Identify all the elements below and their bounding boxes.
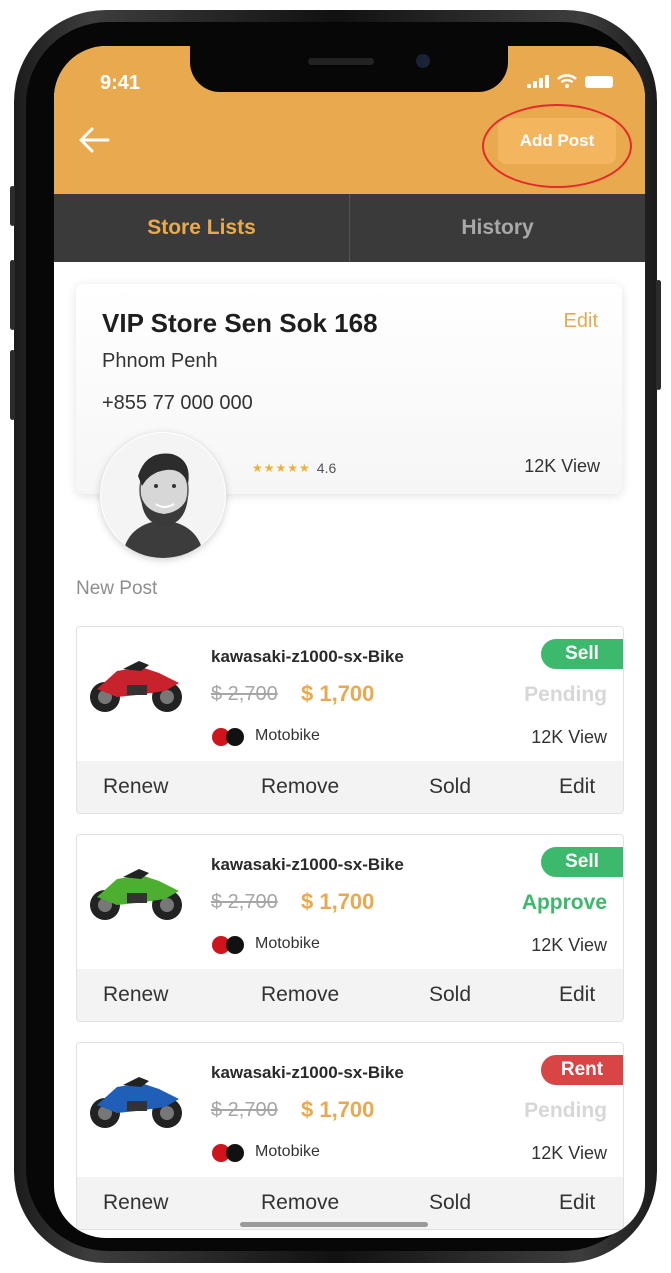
side-button [10,350,15,420]
post-new-price: $ 1,700 [301,1097,375,1122]
status-icons [527,74,613,88]
post-actions: Renew Remove Sold Edit [77,969,623,1021]
renew-button[interactable]: Renew [103,1191,168,1215]
home-indicator [240,1222,428,1227]
remove-button[interactable]: Remove [261,983,339,1007]
store-phone: +855 77 000 000 [102,392,253,414]
front-camera [416,54,430,68]
post-old-price: $ 2,700 [211,891,278,913]
post-status: Pending [524,683,607,706]
post-old-price: $ 2,700 [211,683,278,705]
edit-button[interactable]: Edit [559,1191,595,1215]
motobike-icon [212,1144,244,1162]
rating-value: 4.6 [316,460,337,476]
side-button [656,280,661,390]
store-edit-link[interactable]: Edit [564,310,598,333]
highlight-ring [482,104,632,188]
remove-button[interactable]: Remove [261,1191,339,1215]
motobike-icon [212,936,244,954]
post-category: Motobike [255,1143,320,1160]
star-icon: ★★★★★ [252,461,311,475]
section-title: New Post [76,578,158,599]
motorbike-image [90,1077,182,1128]
motobike-icon [212,728,244,746]
post-views: 12K View [531,727,607,747]
motorbike-image [90,661,182,712]
remove-button[interactable]: Remove [261,775,339,799]
tab-bar: Store Lists History [54,194,645,262]
battery-icon [585,76,613,88]
post-old-price: $ 2,700 [211,1099,278,1121]
post-card[interactable]: kawasaki-z1000-sx-Bike $ 2,700 $ 1,700 M… [76,834,624,1022]
arrow-left-icon[interactable] [76,120,112,160]
post-status: Pending [524,1099,607,1122]
avatar-icon[interactable] [100,432,226,558]
sold-button[interactable]: Sold [429,1191,471,1215]
sold-button[interactable]: Sold [429,983,471,1007]
post-new-price: $ 1,700 [301,889,375,914]
post-type-badge: Rent [541,1055,623,1085]
store-name: VIP Store Sen Sok 168 [102,308,378,338]
signal-icon [527,74,549,88]
side-button [10,260,15,330]
post-category: Motobike [255,727,320,744]
side-button [10,186,15,226]
sold-button[interactable]: Sold [429,775,471,799]
renew-button[interactable]: Renew [103,983,168,1007]
notch [190,46,508,92]
motorbike-image [90,869,182,920]
post-views: 12K View [531,935,607,955]
store-city: Phnom Penh [102,350,218,372]
post-status: Approve [521,891,607,914]
post-views: 12K View [531,1143,607,1163]
post-card[interactable]: kawasaki-z1000-sx-Bike $ 2,700 $ 1,700 M… [76,626,624,814]
edit-button[interactable]: Edit [559,775,595,799]
store-rating: ★★★★★ 4.6 [252,460,336,476]
post-new-price: $ 1,700 [301,681,375,706]
post-type-badge: Sell [541,639,623,669]
post-actions: Renew Remove Sold Edit [77,761,623,813]
post-type-badge: Sell [541,847,623,877]
post-title: kawasaki-z1000-sx-Bike [211,855,404,874]
post-title: kawasaki-z1000-sx-Bike [211,647,404,666]
edit-button[interactable]: Edit [559,983,595,1007]
status-time: 9:41 [100,72,141,94]
tab-store-lists[interactable]: Store Lists [54,194,350,262]
store-views: 12K View [524,456,600,476]
speaker [308,58,374,65]
tab-history[interactable]: History [350,194,645,262]
post-category: Motobike [255,935,320,952]
wifi-icon [557,74,577,88]
app-screen: 9:41 Add Post Store Lists History VIP St… [54,46,645,1238]
post-title: kawasaki-z1000-sx-Bike [211,1063,404,1082]
renew-button[interactable]: Renew [103,775,168,799]
post-card[interactable]: kawasaki-z1000-sx-Bike $ 2,700 $ 1,700 M… [76,1042,624,1230]
